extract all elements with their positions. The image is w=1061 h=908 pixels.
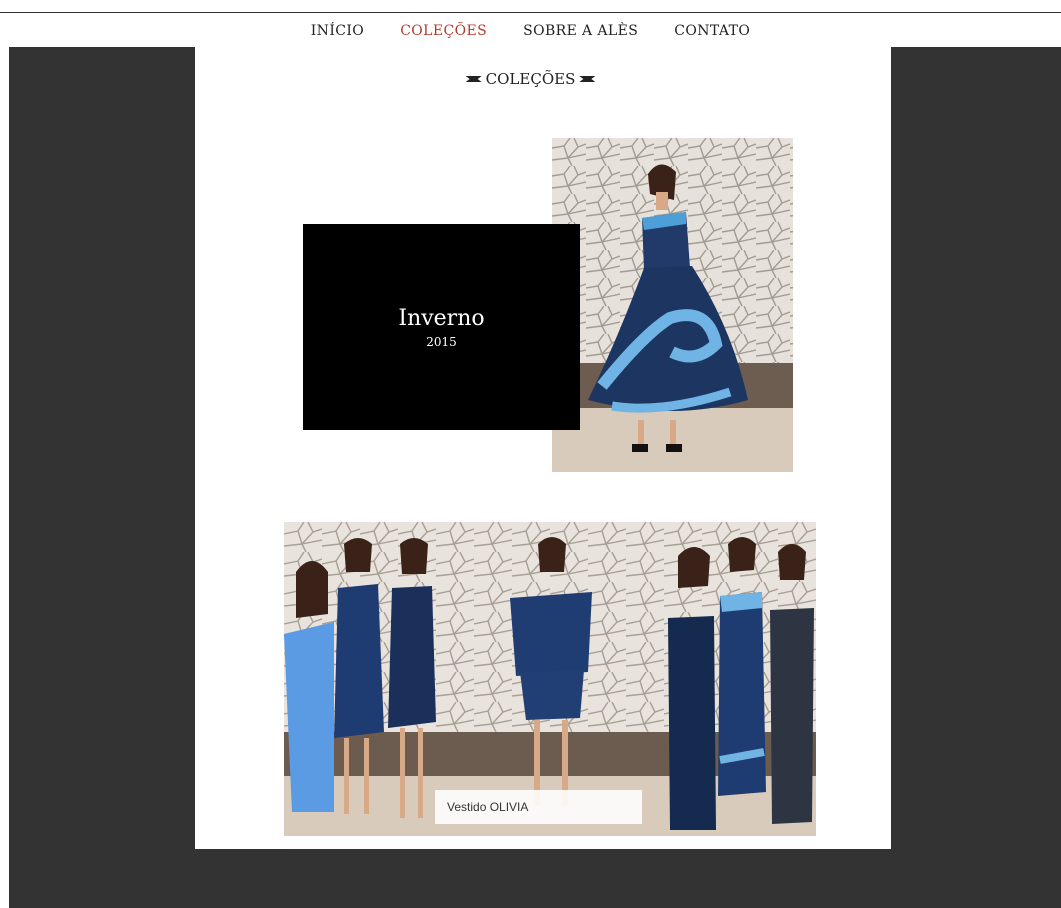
collection-title-card[interactable]: Inverno 2015 xyxy=(303,224,580,430)
section-title: Coleções xyxy=(485,70,576,88)
gallery-caption: Vestido OLIVIA xyxy=(435,790,642,824)
gallery-photo-2[interactable] xyxy=(334,522,384,836)
nav-item-sobre[interactable]: Sobre a Alès xyxy=(523,23,638,39)
gallery-photo-6[interactable] xyxy=(716,522,766,836)
gallery-photo-5[interactable] xyxy=(666,522,716,836)
gallery-photo-4-featured[interactable] xyxy=(436,522,666,836)
collection-hero-photo[interactable] xyxy=(552,138,793,472)
collection-year: 2015 xyxy=(426,334,457,349)
nav-item-contato[interactable]: Contato xyxy=(674,23,750,39)
ribbon-right-icon xyxy=(579,76,596,82)
nav-item-inicio[interactable]: Início xyxy=(311,23,364,39)
main-nav: Início Coleções Sobre a Alès Contato xyxy=(0,23,1061,39)
gallery-photo-1[interactable] xyxy=(284,522,334,836)
top-border xyxy=(0,12,1061,13)
gallery-photo-7[interactable] xyxy=(766,522,816,836)
nav-item-colecoes[interactable]: Coleções xyxy=(400,23,487,39)
dress-gallery xyxy=(284,522,816,836)
gallery-photo-3[interactable] xyxy=(384,522,436,836)
section-heading: Coleções xyxy=(0,70,1061,88)
collection-name: Inverno xyxy=(398,305,485,331)
ribbon-left-icon xyxy=(465,76,482,82)
